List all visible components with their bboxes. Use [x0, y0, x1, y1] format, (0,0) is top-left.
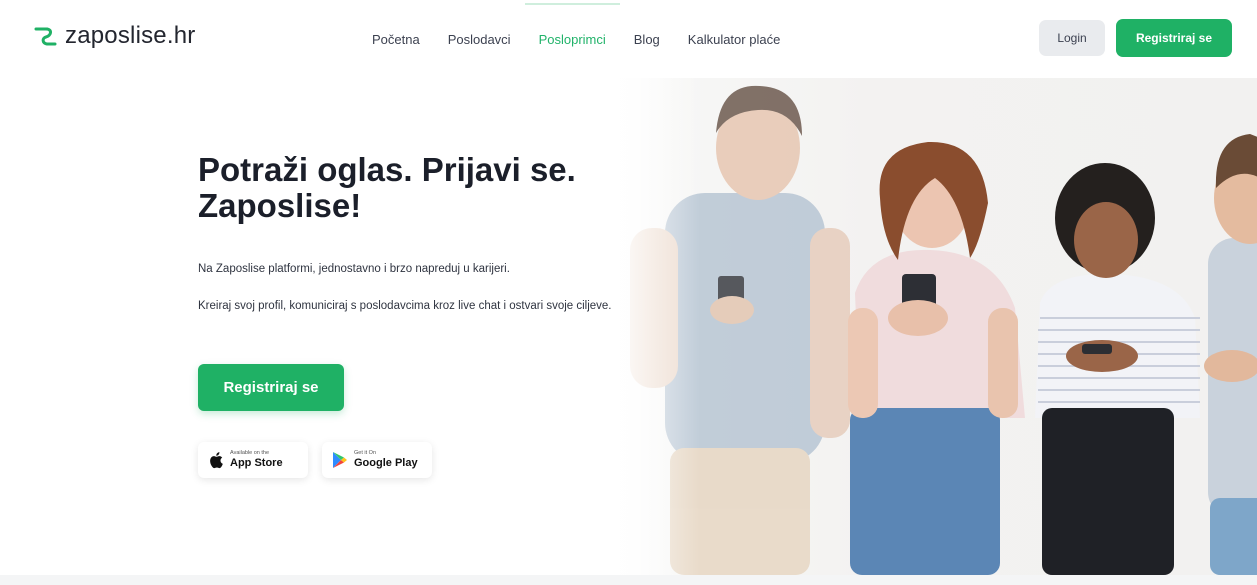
nav-item-posloprimci[interactable]: Posloprimci: [524, 0, 620, 78]
register-button-hero[interactable]: Registriraj se: [198, 364, 344, 411]
hero-paragraph-1: Na Zaposlise platformi, jednostavno i br…: [198, 263, 510, 275]
apple-icon: [210, 452, 223, 469]
google-play-big-text: Google Play: [354, 457, 418, 470]
app-store-badge[interactable]: Available on the App Store: [198, 442, 308, 478]
hero-title: Potraži oglas. Prijavi se. Zaposlise!: [198, 151, 576, 224]
logo[interactable]: zaposlise.hr: [33, 22, 195, 50]
person-man-right: [1204, 134, 1257, 575]
hero-people-illustration: [630, 85, 1257, 575]
section-divider: [0, 575, 1257, 585]
site-header: zaposlise.hr Početna Poslodavci Poslopri…: [0, 0, 1257, 78]
person-woman-striped: [1035, 163, 1200, 575]
register-button-header[interactable]: Registriraj se: [1116, 19, 1232, 57]
nav-item-kalkulator-place[interactable]: Kalkulator plaće: [674, 0, 795, 78]
hero-photo: [610, 78, 1257, 575]
nav-item-pocetna[interactable]: Početna: [372, 0, 434, 78]
google-play-text: Get it On Google Play: [354, 449, 418, 470]
app-store-text: Available on the App Store: [230, 449, 283, 470]
logo-icon: [34, 27, 57, 46]
hero-paragraph-2: Kreiraj svoj profil, komuniciraj s poslo…: [198, 300, 612, 312]
person-woman-center: [848, 141, 1025, 575]
app-store-big-text: App Store: [230, 457, 283, 470]
google-play-icon: [333, 452, 347, 468]
logo-text: zaposlise.hr: [65, 22, 196, 49]
nav-item-blog[interactable]: Blog: [620, 0, 674, 78]
nav-item-poslodavci[interactable]: Poslodavci: [434, 0, 525, 78]
main-nav: Početna Poslodavci Posloprimci Blog Kalk…: [372, 0, 794, 78]
google-play-small-text: Get it On: [354, 449, 377, 456]
login-button[interactable]: Login: [1039, 20, 1105, 56]
google-play-badge[interactable]: Get it On Google Play: [322, 442, 432, 478]
app-store-small-text: Available on the: [230, 449, 270, 456]
